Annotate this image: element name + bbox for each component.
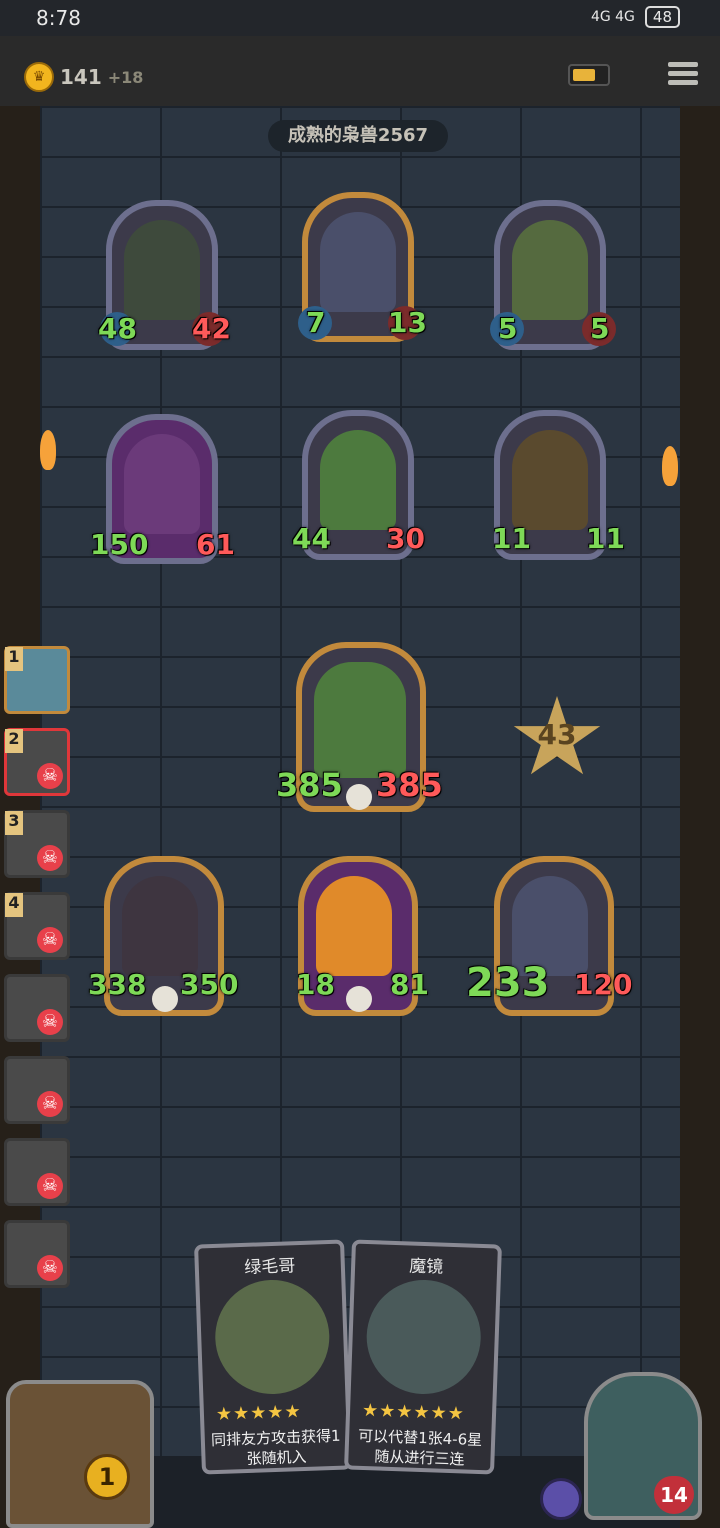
right-pillar	[680, 106, 720, 1528]
hand-card-description: 同排友方攻击获得1张随机入	[210, 1426, 341, 1468]
skull-icon: ☠	[37, 1173, 63, 1199]
gold-amount: 141	[60, 65, 102, 89]
minion-portrait	[316, 876, 392, 976]
minion-attack: 18	[296, 968, 335, 1001]
hand-card-title: 绿毛哥	[244, 1256, 296, 1278]
hand-card-description: 可以代替1张4-6星随从进行三连	[357, 1426, 483, 1469]
battery-icon: 48	[644, 6, 680, 28]
minion-portrait	[124, 434, 200, 534]
chest-count: 1	[84, 1454, 130, 1500]
opponent-queue: 1 2 ☠ 3 ☠ 4 ☠ ☠ ☠ ☠ ☠	[0, 646, 70, 1302]
minion-health: 81	[390, 968, 429, 1001]
crown-coin-icon: ♛	[24, 62, 54, 92]
skull-icon: ☠	[37, 845, 63, 871]
status-time: 8:78	[36, 6, 81, 30]
minion-portrait	[314, 662, 406, 778]
gold-income: +18	[107, 67, 144, 87]
battery-energy-icon	[568, 64, 610, 86]
minion-attack: 11	[492, 522, 531, 555]
skull-icon: ☠	[37, 763, 63, 789]
skull-icon: ☠	[37, 1009, 63, 1035]
minion-health: 11	[586, 522, 625, 555]
skull-icon	[346, 784, 372, 810]
queue-opponent-7[interactable]: ☠	[4, 1138, 70, 1206]
hand-card[interactable]: 绿毛哥 ★★★★★ 同排友方攻击获得1张随机入	[194, 1239, 352, 1475]
menu-button[interactable]	[668, 58, 698, 89]
torch-icon	[40, 430, 56, 470]
gold-counter: ♛ 141 +18	[24, 62, 143, 92]
top-bar: ♛ 141 +18	[0, 36, 720, 109]
minion-attack: 5	[498, 312, 518, 345]
hand-card-title: 魔镜	[408, 1256, 444, 1278]
tavern-level: 43	[537, 718, 577, 751]
minion-portrait	[320, 212, 396, 312]
queue-opponent-5[interactable]: ☠	[4, 974, 70, 1042]
minion-portrait	[512, 220, 588, 320]
minion-health: 61	[196, 528, 235, 561]
skull-icon	[346, 986, 372, 1012]
queue-rank: 2	[5, 729, 23, 753]
minion-health: 120	[574, 968, 633, 1001]
queue-rank: 3	[5, 811, 23, 835]
torch-icon	[662, 446, 678, 486]
skull-icon: ☠	[37, 927, 63, 953]
star-rating: ★★★★★	[215, 1401, 302, 1426]
shield-icon[interactable]	[540, 1478, 582, 1520]
minion-portrait	[320, 430, 396, 530]
queue-rank: 4	[5, 893, 23, 917]
minion-attack: 48	[98, 312, 137, 345]
status-bar: 8:78 4G 4G 48	[0, 0, 720, 36]
minion-attack: 150	[90, 528, 149, 561]
minion-portrait	[122, 876, 198, 976]
queue-opponent-1[interactable]: 1	[4, 646, 70, 714]
skull-icon: ☠	[37, 1255, 63, 1281]
minion-health: 13	[388, 306, 427, 339]
opponent-name: 成熟的枭兽2567	[268, 120, 448, 152]
queue-opponent-8[interactable]: ☠	[4, 1220, 70, 1288]
skull-icon	[152, 986, 178, 1012]
minion-health: 42	[192, 312, 231, 345]
minion-health: 30	[386, 522, 425, 555]
minion-health: 5	[590, 312, 610, 345]
skull-icon: ☠	[37, 1091, 63, 1117]
queue-opponent-2[interactable]: 2 ☠	[4, 728, 70, 796]
minion-portrait	[124, 220, 200, 320]
minion-health: 350	[180, 968, 239, 1001]
queue-opponent-3[interactable]: 3 ☠	[4, 810, 70, 878]
minion-health: 385	[376, 766, 443, 804]
minion-attack: 338	[88, 968, 147, 1001]
hand-card-art	[213, 1278, 332, 1396]
hand-card-art	[364, 1278, 483, 1396]
minion-attack: 385	[276, 766, 343, 804]
chest-button[interactable]	[6, 1380, 154, 1528]
network-icon: 4G 4G	[590, 9, 635, 25]
minion-attack: 44	[292, 522, 331, 555]
queue-rank: 1	[5, 647, 23, 671]
minion-attack: 7	[306, 306, 326, 339]
star-rating: ★★★★★★	[361, 1399, 466, 1425]
queue-opponent-4[interactable]: 4 ☠	[4, 892, 70, 960]
hand-card[interactable]: 魔镜 ★★★★★★ 可以代替1张4-6星随从进行三连	[344, 1239, 502, 1475]
minion-attack: 233	[466, 960, 550, 1006]
minion-portrait	[512, 430, 588, 530]
status-icons: 4G 4G 48	[591, 6, 680, 28]
queue-opponent-6[interactable]: ☠	[4, 1056, 70, 1124]
